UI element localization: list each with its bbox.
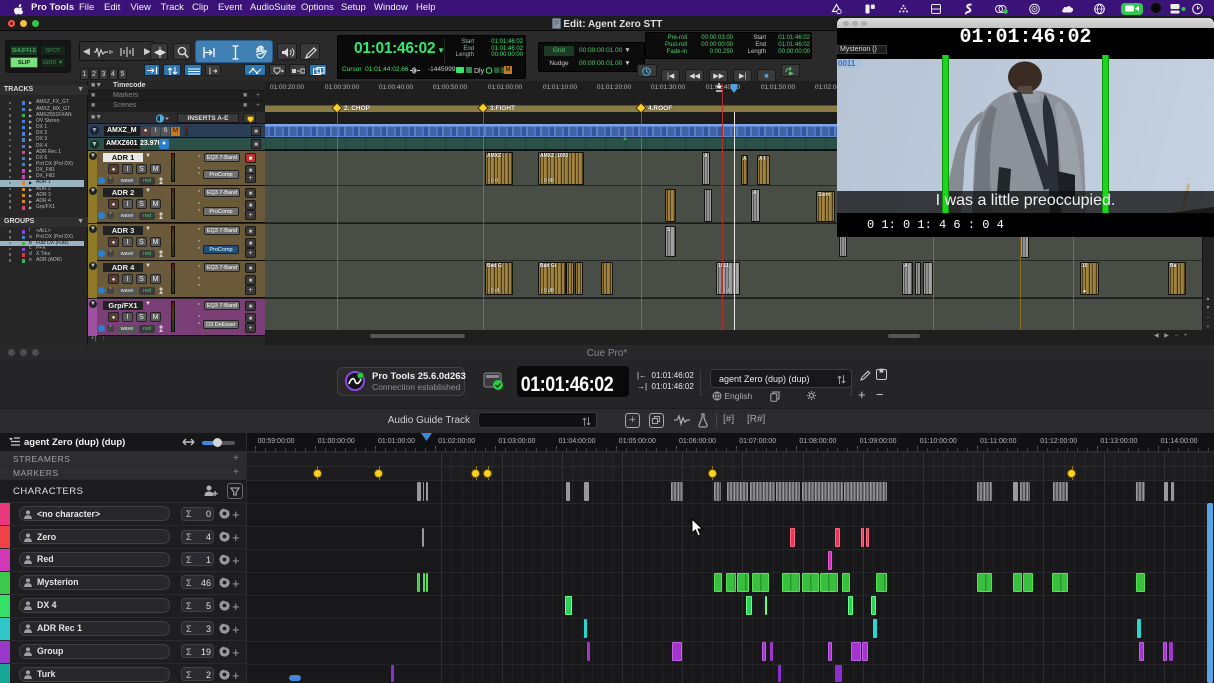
svg-text:Dly: Dly [474,68,485,75]
